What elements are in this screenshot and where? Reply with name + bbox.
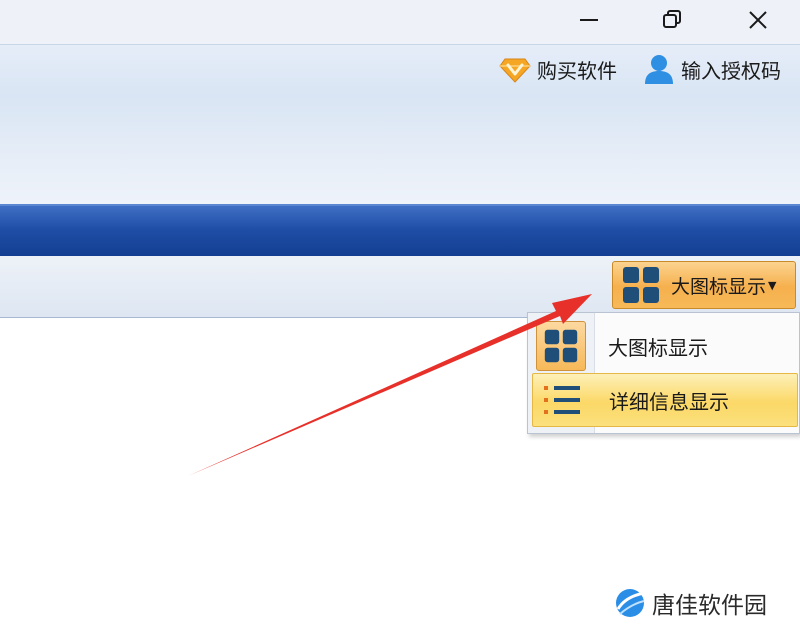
enter-license-label: 输入授权码 bbox=[681, 58, 781, 83]
buy-software-label: 购买软件 bbox=[537, 58, 617, 83]
large-icons-grid-icon bbox=[544, 329, 578, 363]
diamond-icon bbox=[499, 58, 531, 83]
watermark-text: 唐佳软件园 bbox=[652, 593, 767, 619]
large-icons-grid-icon bbox=[623, 267, 659, 303]
close-icon bbox=[749, 11, 767, 29]
dropdown-caret-icon: ▼ bbox=[768, 278, 777, 292]
minimize-icon bbox=[580, 19, 598, 21]
menu-item-label: 大图标显示 bbox=[608, 335, 708, 360]
menu-item-icon-slot bbox=[537, 375, 587, 425]
buy-software-link[interactable]: 购买软件 bbox=[499, 52, 617, 86]
watermark: 唐佳软件园 bbox=[614, 583, 767, 623]
view-mode-button[interactable]: 大图标显示 ▼ bbox=[612, 261, 796, 309]
menu-item-large-icons[interactable]: 大图标显示 bbox=[532, 319, 798, 373]
checked-indicator bbox=[536, 321, 586, 371]
view-mode-menu: 大图标显示 详细信息显示 bbox=[527, 312, 800, 434]
enter-license-link[interactable]: 输入授权码 bbox=[643, 52, 781, 86]
ribbon-tab-band bbox=[0, 204, 800, 258]
restore-button[interactable] bbox=[641, 0, 703, 40]
window-titlebar bbox=[0, 0, 800, 44]
minimize-button[interactable] bbox=[558, 0, 620, 40]
details-list-icon bbox=[544, 386, 580, 414]
close-button[interactable] bbox=[727, 0, 789, 40]
globe-logo-icon bbox=[616, 589, 645, 617]
user-icon bbox=[645, 55, 673, 84]
ribbon-panel bbox=[0, 96, 800, 204]
menu-item-details[interactable]: 详细信息显示 bbox=[532, 373, 798, 427]
view-mode-label: 大图标显示 bbox=[671, 275, 767, 298]
restore-icon bbox=[663, 10, 681, 28]
menu-item-label: 详细信息显示 bbox=[609, 389, 729, 414]
